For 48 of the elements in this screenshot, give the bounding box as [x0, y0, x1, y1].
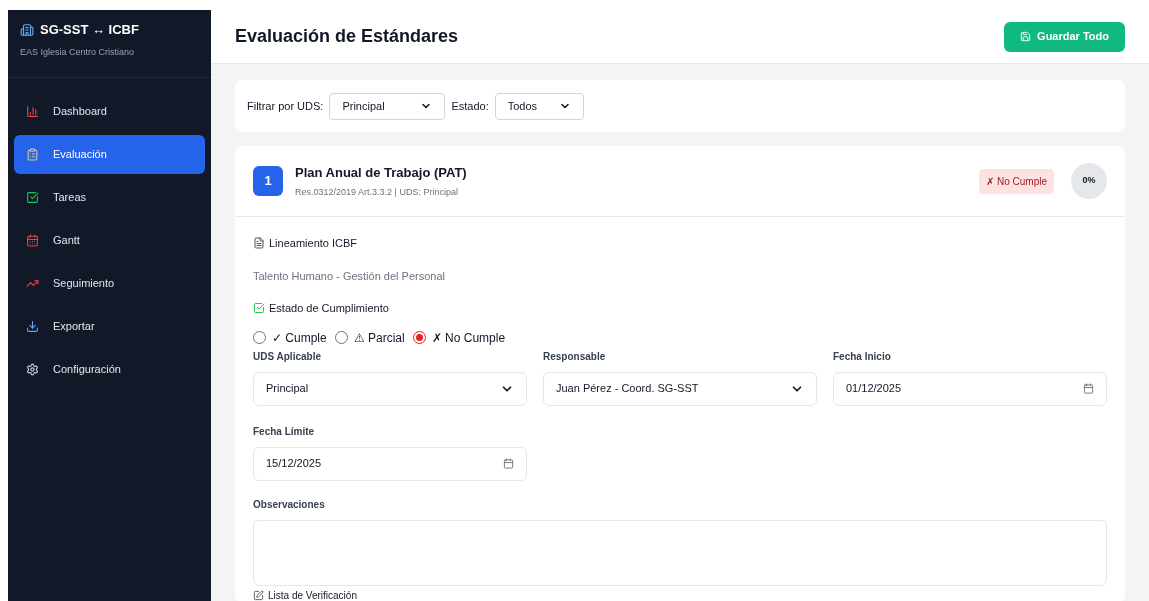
select-field[interactable]: Principal [253, 371, 527, 406]
filter-select[interactable]: Principal [329, 92, 446, 120]
save-icon [1020, 31, 1032, 42]
section-heading: Lineamiento ICBF [269, 236, 358, 251]
number-badge: 1 [253, 166, 283, 196]
calendar-icon [1083, 383, 1094, 394]
app-subtitle: EAS Iglesia Centro Cristiano [20, 45, 136, 59]
guideline-text: Talento Humano - Gestión del Personal [253, 268, 446, 284]
nav-item[interactable]: Gantt [14, 221, 205, 260]
checkbox-icon [253, 302, 265, 315]
radio-option[interactable]: ✗ No Cumple [412, 328, 506, 347]
nav-item[interactable]: Exportar [14, 307, 205, 346]
section-heading: Estado de Cumplimiento [269, 301, 389, 316]
nav-item[interactable]: Seguimiento [14, 264, 205, 303]
building-icon [20, 22, 34, 37]
field-label: Observaciones [253, 497, 326, 512]
calendar-icon [503, 458, 514, 469]
settings-icon [26, 363, 39, 376]
nav-item[interactable]: Dashboard [14, 92, 205, 131]
download-icon [26, 320, 39, 333]
nav-item[interactable]: Evaluación [14, 135, 205, 174]
standard-meta: Res.0312/2019 Art.3.3.2 | UDS: Principal [295, 186, 459, 199]
status-badge: ✗ No Cumple [979, 168, 1054, 194]
date-field[interactable]: 15/12/2025 [253, 446, 527, 481]
bar-chart-icon [26, 105, 39, 118]
field-label: Responsable [543, 349, 607, 364]
calendar-icon [26, 234, 39, 247]
app-title: SG-SST ↔ ICBF [40, 21, 139, 39]
page-title: Evaluación de Estándares [235, 25, 459, 48]
field-label: UDS Aplicable [253, 349, 322, 364]
field-label: Fecha Límite [253, 424, 316, 439]
date-field[interactable]: 01/12/2025 [833, 371, 1107, 406]
clipboard-icon [26, 148, 39, 161]
filter-label: Filtrar por UDS: [247, 98, 324, 114]
radio-option[interactable]: ✓ Cumple [253, 328, 327, 347]
nav-item[interactable]: Configuración [14, 350, 205, 389]
standard-title: Plan Anual de Trabajo (PAT) [295, 163, 468, 182]
trend-chart-icon [26, 277, 39, 290]
section-heading: Lista de Verificación [268, 588, 357, 601]
edit-icon [253, 589, 264, 601]
select-field[interactable]: Juan Pérez - Coord. SG-SST [543, 371, 817, 406]
nav-item[interactable]: Tareas [14, 178, 205, 217]
radio-option[interactable]: ⚠ Parcial [334, 328, 405, 347]
checkbox-icon [26, 191, 39, 204]
document-icon [253, 237, 265, 250]
field-label: Fecha Inicio [833, 349, 892, 364]
filter-select[interactable]: Todos [494, 92, 584, 120]
filter-label: Estado: [451, 98, 489, 114]
